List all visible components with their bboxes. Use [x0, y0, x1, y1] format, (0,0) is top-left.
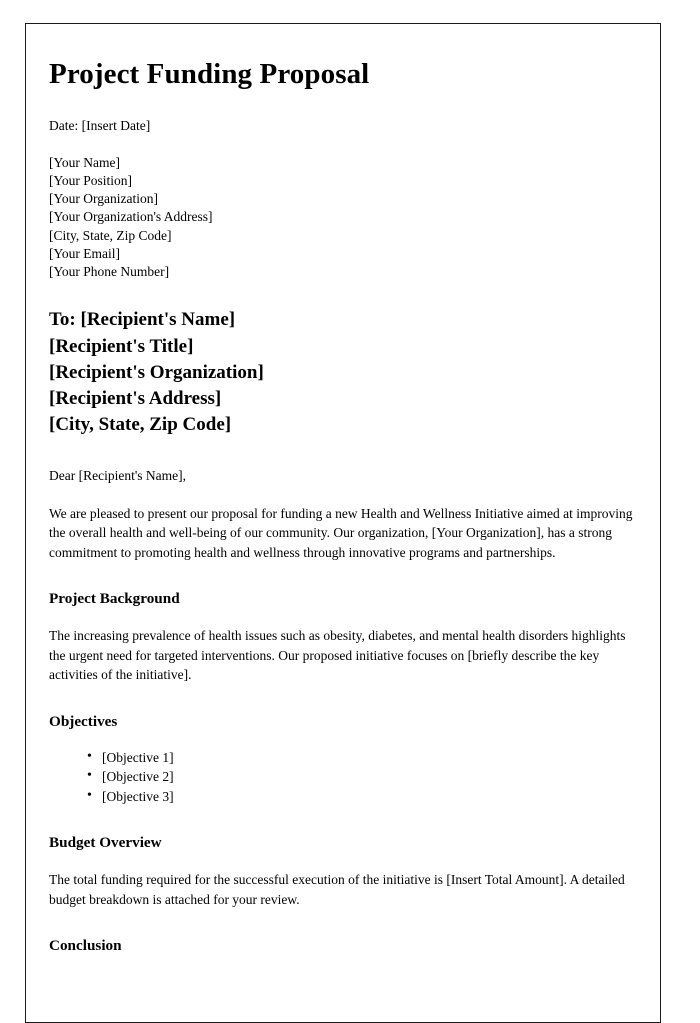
date-line: Date: [Insert Date] [49, 117, 151, 133]
list-item: [Objective 2] [87, 766, 636, 787]
sender-address-block: [Your Name] [Your Position] [Your Organi… [49, 154, 636, 281]
recipient-line: [Recipient's Title] [49, 335, 194, 357]
sender-line: [Your Email] [49, 245, 121, 261]
sender-line: [City, State, Zip Code] [49, 227, 172, 243]
section-heading-budget-overview: Budget Overview [49, 834, 162, 852]
project-background-paragraph: The increasing prevalence of health issu… [49, 628, 626, 683]
sender-line: [Your Position] [49, 173, 133, 189]
sender-line: [Your Organization] [49, 191, 158, 207]
page-title: Project Funding Proposal [49, 58, 370, 90]
sender-line: [Your Organization's Address] [49, 209, 213, 225]
salutation: Dear [Recipient's Name], [49, 467, 186, 483]
budget-overview-paragraph: The total funding required for the succe… [49, 871, 625, 907]
recipient-line: [Recipient's Address] [49, 388, 222, 410]
document-page: Project Funding Proposal Date: [Insert D… [25, 23, 661, 1023]
sender-line: [Your Phone Number] [49, 264, 170, 280]
intro-paragraph: We are pleased to present our proposal f… [49, 505, 633, 560]
list-item: [Objective 3] [87, 786, 636, 807]
section-heading-project-background: Project Background [49, 590, 180, 608]
recipient-line: To: [Recipient's Name] [49, 309, 236, 331]
section-heading-conclusion: Conclusion [49, 937, 122, 955]
objectives-list: [Objective 1] [Objective 2] [Objective 3… [49, 747, 636, 807]
recipient-address-block: To: [Recipient's Name] [Recipient's Titl… [49, 307, 636, 438]
recipient-line: [City, State, Zip Code] [49, 414, 232, 436]
section-heading-objectives: Objectives [49, 712, 118, 730]
sender-line: [Your Name] [49, 154, 120, 170]
recipient-line: [Recipient's Organization] [49, 361, 264, 383]
list-item: [Objective 1] [87, 747, 636, 768]
